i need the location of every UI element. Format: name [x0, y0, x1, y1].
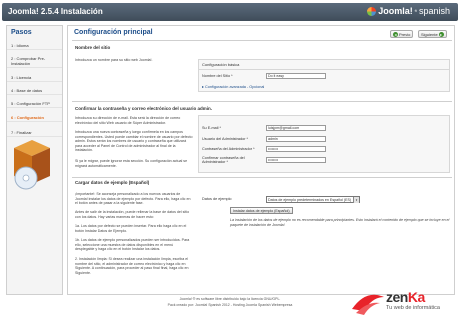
sample-intro-text: Antes de salir de la instalación, puede …	[75, 210, 190, 219]
zenka-tagline: Tu web de informática	[386, 305, 440, 311]
zenka-logo-icon	[352, 294, 384, 315]
admin-section-title: Confirmar la contraseña y correo electró…	[75, 106, 213, 111]
advanced-config-label: Configuración avanzada - Opcional	[204, 85, 265, 89]
sample-important-text: ¡Importante!: Se aconseja personalizado …	[75, 192, 191, 206]
next-label: Siguiente	[421, 31, 438, 37]
main-panel: Configuración principal ◂ Previo Siguien…	[67, 25, 455, 295]
installer-header: Joomla! 2.5.4 Instalación Joomla! ® spani…	[2, 3, 458, 21]
admin-user-label: Usuario del Administrador *	[202, 137, 249, 141]
arrow-right-icon: ▸	[438, 31, 444, 37]
basic-config-title: Configuración básica	[199, 60, 449, 70]
page-title: Configuración principal	[74, 29, 153, 36]
admin-desc-migrate: Si ya le migrar, puede ignorar esta secc…	[75, 159, 188, 168]
joomla-brand: Joomla! ® spanish	[367, 6, 450, 16]
previous-button[interactable]: ◂ Previo	[390, 30, 414, 38]
site-name-label: Nombre del Sitio *	[202, 74, 233, 78]
admin-user-input[interactable]: admin	[266, 136, 326, 142]
step-database[interactable]: 4 : Base de datos	[7, 87, 62, 95]
next-button[interactable]: Siguiente ▸	[418, 30, 447, 38]
sample-data-select[interactable]: Datos de ejemplo predeterminados en Espa…	[266, 196, 360, 203]
admin-password-label: Contraseña del Administrador *	[202, 147, 255, 151]
sample-note: La instalación de los datos de ejemplo n…	[230, 218, 450, 227]
sample-option-1b: 1b. Los datos de ejemplo personalizados …	[75, 238, 190, 252]
sample-select-label: Datos de ejemplo	[202, 197, 232, 201]
site-section-title: Nombre del sitio	[75, 45, 111, 50]
divider	[72, 177, 452, 178]
step-precheck[interactable]: 2 : Comprobar Pre-Instalación	[7, 55, 62, 68]
previous-label: Previo	[399, 31, 411, 37]
admin-desc-password: Introduzca una nueva contraseña y luego …	[75, 130, 193, 153]
steps-title: Pasos	[11, 29, 32, 36]
arrow-left-icon: ◂	[393, 31, 398, 37]
brand-name: Joomla!	[378, 6, 413, 16]
step-language[interactable]: 1 : Idioma	[7, 42, 62, 50]
admin-confirm-label: Confirmar contraseña del Administrador *	[202, 156, 245, 164]
zenka-watermark: zenKa Tu web de informática	[350, 286, 458, 318]
joomla-logo-icon	[367, 6, 377, 16]
step-license[interactable]: 3 : Licencia	[7, 74, 62, 82]
step-ftp[interactable]: 5 : Configuración FTP	[7, 100, 62, 108]
window-title: Joomla! 2.5.4 Instalación	[8, 7, 103, 16]
zenka-wordmark: zenKa	[386, 289, 425, 305]
advanced-config-link[interactable]: ▸ Configuración avanzada - Opcional	[202, 84, 264, 89]
sample-section-title: Cargar datos de ejemplo (Español)	[75, 180, 150, 185]
sample-option-1a: 1a. Los datos por defecto se pueden inse…	[75, 224, 187, 233]
step-configuration[interactable]: 6 : Configuración	[7, 114, 62, 122]
site-intro-text: Introduzca un nombre para su sitio web J…	[75, 58, 153, 62]
chevron-down-icon: ▾	[353, 197, 359, 203]
admin-panel	[198, 115, 450, 173]
admin-confirm-input[interactable]: ••••••••	[266, 157, 326, 163]
brand-language: spanish	[418, 6, 450, 16]
sample-option-2: 2. Instalación limpia: Si desea realizar…	[75, 257, 189, 275]
email-input[interactable]: luisjpm@gmail.com	[266, 125, 326, 131]
divider	[72, 40, 452, 41]
install-sample-button[interactable]: Instalar datos de ejemplo (Español)	[230, 207, 293, 214]
divider	[72, 101, 452, 102]
site-name-input[interactable]: Do it easy	[266, 73, 326, 79]
admin-desc-email: Introduzca su dirección de e-mail. Esta …	[75, 116, 181, 125]
admin-password-input[interactable]: ••••••••	[266, 146, 326, 152]
sample-data-selected: Datos de ejemplo predeterminados en Espa…	[268, 198, 352, 202]
joomla-package-icon	[14, 140, 50, 190]
email-label: Su E-mail *	[202, 126, 221, 130]
